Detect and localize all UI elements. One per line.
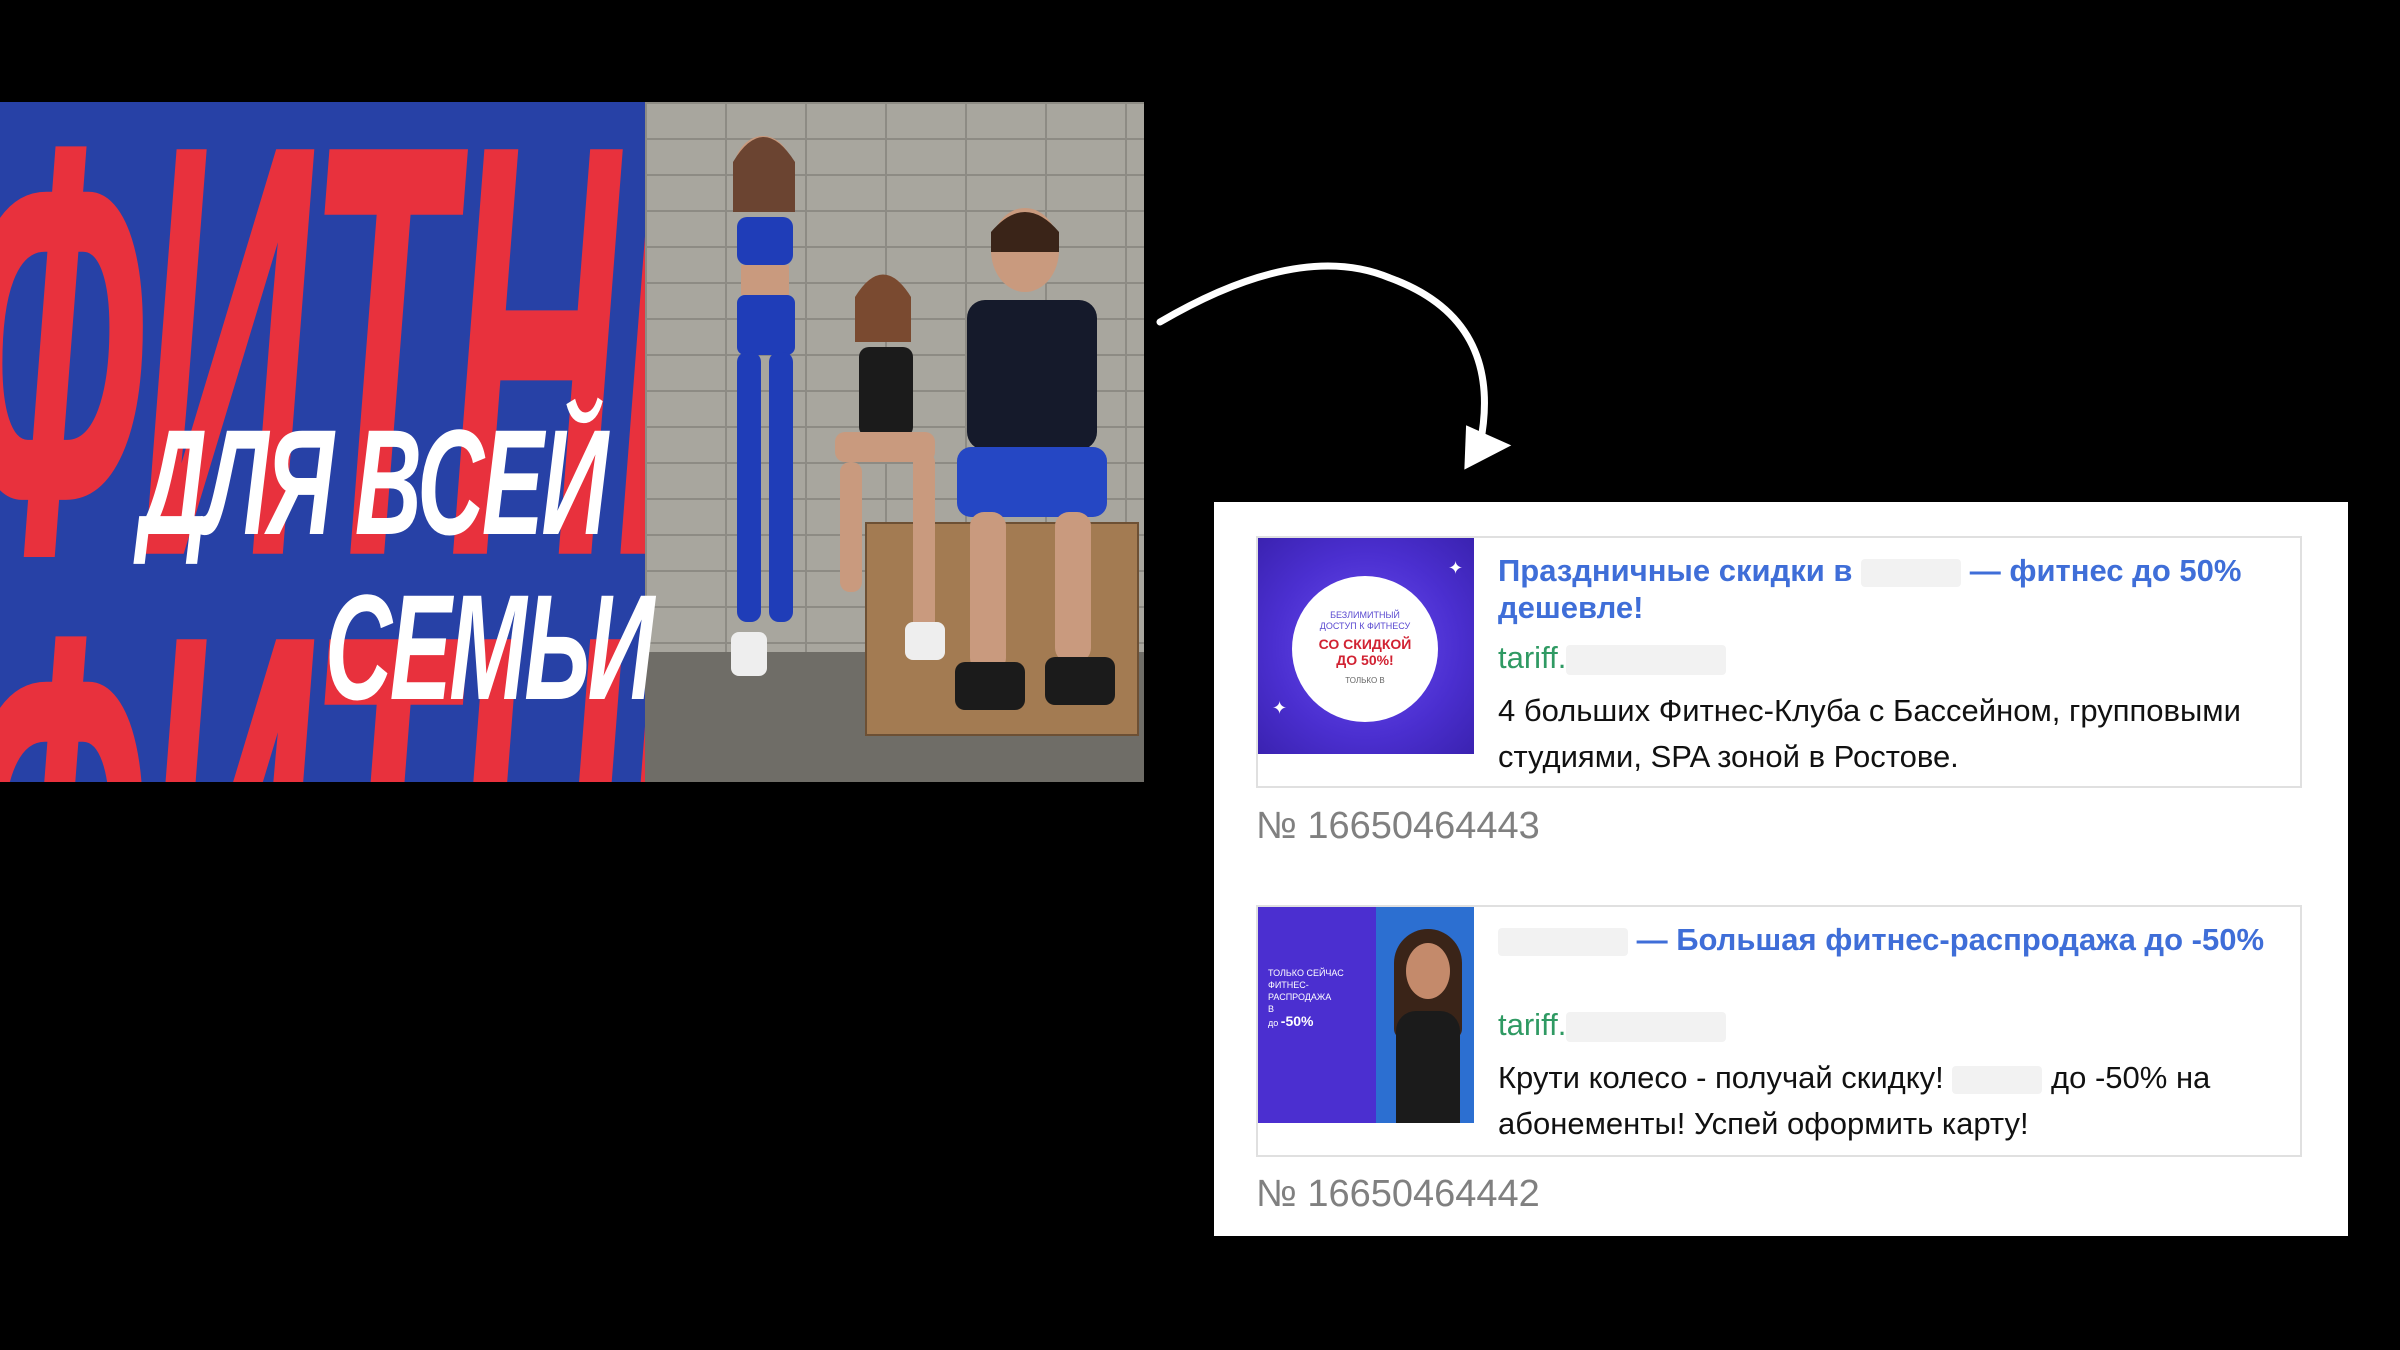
family-photo <box>645 102 1144 782</box>
ad-card[interactable]: ТОЛЬКО СЕЙЧАС ФИТНЕС-РАСПРОДАЖА В до -50… <box>1256 905 2302 1157</box>
thumbnail-line: ТОЛЬКО СЕЙЧАС <box>1268 968 1344 978</box>
redacted-url <box>1566 644 1727 675</box>
sparkle-icon: ✦ <box>1448 558 1464 578</box>
thumbnail-line: ФИТНЕС-РАСПРОДАЖА <box>1268 980 1332 1002</box>
person-head <box>1406 943 1450 999</box>
badge-highlight: СО СКИДКОЙ <box>1318 636 1412 652</box>
badge-text: ДОСТУП К ФИТНЕСУ <box>1319 621 1411 631</box>
curved-arrow-icon <box>1156 262 1512 470</box>
ad-thumbnail[interactable]: ТОЛЬКО СЕЙЧАС ФИТНЕС-РАСПРОДАЖА В до -50… <box>1258 907 1474 1123</box>
badge-text: БЕЗЛИМИТНЫЙ <box>1330 610 1400 620</box>
thumbnail-promo-text: ТОЛЬКО СЕЙЧАС ФИТНЕС-РАСПРОДАЖА В до -50… <box>1268 967 1368 1029</box>
ad-title-start[interactable]: Праздничные скидки в <box>1498 553 1853 588</box>
redacted-brand <box>1498 927 1628 956</box>
ad-description: 4 больших Фитнес-Клуба с Бассейном, груп… <box>1498 693 2241 774</box>
ad-description-start: Крути колесо - получай скидку! <box>1498 1060 1944 1095</box>
ad-url-link[interactable]: tariff. <box>1498 640 1727 676</box>
ad-number: № 16650464443 <box>1256 805 1540 847</box>
ad-thumbnail[interactable]: ✦ ✦ БЕЗЛИМИТНЫЙ ДОСТУП К ФИТНЕСУ СО СКИД… <box>1258 538 1474 754</box>
fitness-banner: ФИТНЕС ФИТНЕС <box>0 102 1144 782</box>
redacted-brand <box>1952 1065 2043 1094</box>
discount-badge: БЕЗЛИМИТНЫЙ ДОСТУП К ФИТНЕСУ СО СКИДКОЙ … <box>1292 576 1438 722</box>
thumbnail-pct: -50% <box>1280 1013 1314 1029</box>
person-body <box>1396 1011 1460 1123</box>
ad-title-link[interactable]: — Большая фитнес-распродажа до -50% <box>1498 921 2278 958</box>
redacted-url <box>1566 1011 1727 1042</box>
thumbnail-pct-prefix: до <box>1268 1018 1279 1028</box>
search-ads-panel: ✦ ✦ БЕЗЛИМИТНЫЙ ДОСТУП К ФИТНЕСУ СО СКИД… <box>1214 502 2348 1236</box>
sparkle-icon: ✦ <box>1272 698 1288 718</box>
ad-title-link[interactable]: Праздничные скидки в — фитнес до 50% деш… <box>1498 552 2278 626</box>
family-silhouettes <box>731 136 1115 710</box>
ad-number: № 16650464442 <box>1256 1173 1540 1215</box>
ad-url-link[interactable]: tariff. <box>1498 1007 1727 1043</box>
ad-url-text[interactable]: tariff. <box>1498 1007 1566 1042</box>
ad-title-end[interactable]: — Большая фитнес-распродажа до -50% <box>1637 922 2264 957</box>
badge-footer: ТОЛЬКО В <box>1345 676 1385 685</box>
ad-description: Крути колесо - получай скидку! до -50% н… <box>1498 1055 2288 1147</box>
redacted-brand <box>1861 558 1962 587</box>
thumbnail-person-photo <box>1376 907 1474 1123</box>
banner-slogan-line2: СЕМЬИ <box>325 563 654 731</box>
banner-slogan-line1: ДЛЯ ВСЕЙ <box>140 398 608 566</box>
ad-url-text[interactable]: tariff. <box>1498 640 1566 675</box>
badge-highlight: ДО 50%! <box>1336 652 1394 668</box>
ad-card[interactable]: ✦ ✦ БЕЗЛИМИТНЫЙ ДОСТУП К ФИТНЕСУ СО СКИД… <box>1256 536 2302 788</box>
